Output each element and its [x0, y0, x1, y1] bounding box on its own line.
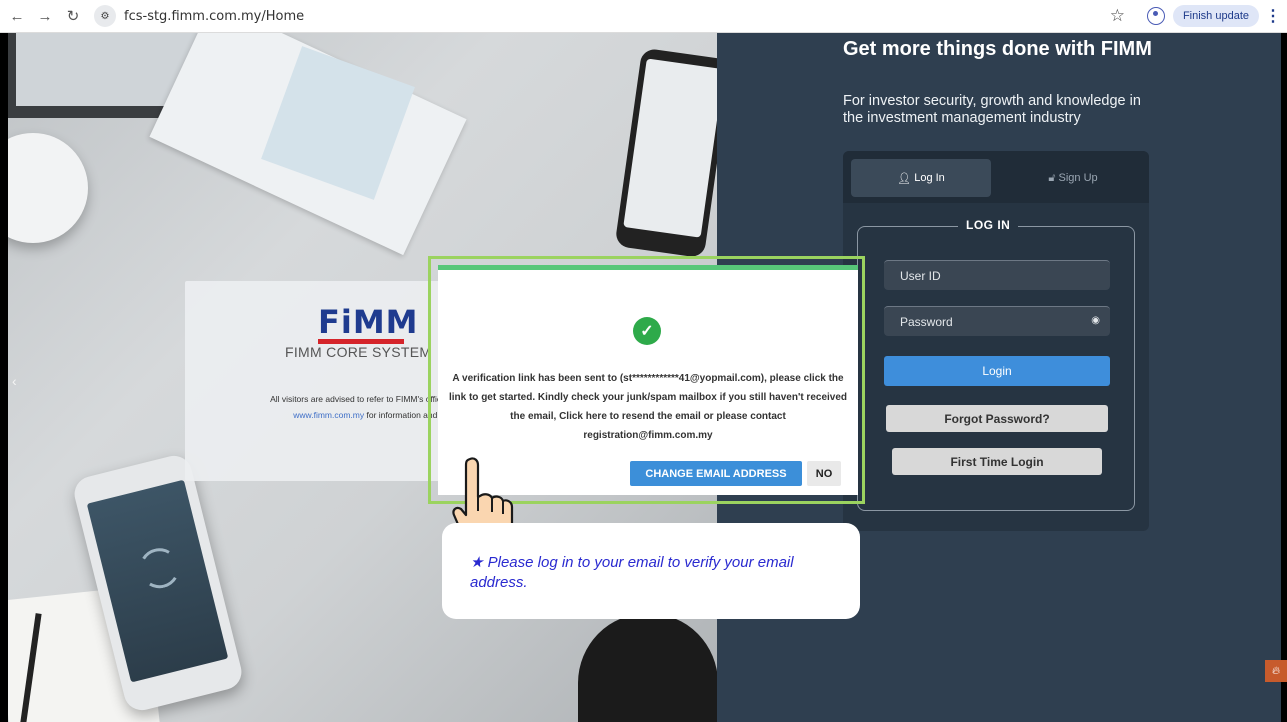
tab-signup[interactable]: 🔓︎ Sign Up: [1003, 159, 1143, 197]
fimm-info-card: FiMM FIMM CORE SYSTEM All visitors are a…: [185, 281, 465, 481]
sync-icon: [135, 543, 184, 593]
hero-subtitle: For investor security, growth and knowle…: [843, 93, 1141, 126]
url-text[interactable]: fcs-stg.fimm.com.my/Home: [124, 9, 304, 24]
hero-title: Get more things done with FIMM: [843, 38, 1152, 60]
callout-text: ★ Please log in to your email to verify …: [470, 554, 794, 591]
address-bar[interactable]: ⚙ fcs-stg.fimm.com.my/Home: [94, 4, 304, 28]
verification-message: A verification link has been sent to (st…: [448, 373, 848, 441]
phone-image: [614, 47, 732, 259]
auth-box: 👤︎ Log In 🔓︎ Sign Up LOG IN User ID Pass…: [843, 151, 1149, 531]
userid-input[interactable]: User ID: [884, 260, 1110, 290]
back-icon[interactable]: ←: [6, 5, 28, 27]
bookmark-star-icon[interactable]: ☆: [1110, 6, 1125, 26]
menu-kebab-icon[interactable]: ⋮: [1265, 6, 1281, 26]
change-email-button[interactable]: CHANGE EMAIL ADDRESS: [630, 461, 802, 486]
fimm-website-link[interactable]: www.fimm.com.my: [293, 410, 364, 420]
reload-icon[interactable]: ↻: [62, 5, 84, 27]
forward-icon[interactable]: →: [34, 5, 56, 27]
finish-update-button[interactable]: Finish update: [1172, 5, 1259, 27]
show-password-icon[interactable]: ◉: [1091, 315, 1100, 326]
mug-image: [578, 613, 718, 722]
carousel-prev-icon[interactable]: ‹: [12, 373, 17, 389]
login-button[interactable]: Login: [884, 356, 1110, 386]
auth-tabs: 👤︎ Log In 🔓︎ Sign Up: [843, 151, 1149, 203]
browser-toolbar: ← → ↻ ⚙ fcs-stg.fimm.com.my/Home ☆ Finis…: [0, 0, 1287, 33]
password-input[interactable]: Password ◉: [884, 306, 1110, 336]
login-form: LOG IN User ID Password ◉ Login Forgot P…: [857, 218, 1135, 511]
visitor-notice: All visitors are advised to refer to FIM…: [270, 394, 461, 420]
no-button[interactable]: NO: [807, 461, 841, 486]
profile-icon[interactable]: [1146, 7, 1165, 25]
forgot-password-button[interactable]: Forgot Password?: [886, 405, 1108, 432]
login-legend: LOG IN: [958, 218, 1019, 232]
tab-login[interactable]: 👤︎ Log In: [851, 159, 991, 197]
user-icon: 👤︎: [897, 172, 915, 185]
site-info-icon[interactable]: ⚙: [94, 5, 116, 27]
cup-image: [8, 133, 88, 243]
chat-widget-icon[interactable]: 🔥︎: [1265, 660, 1287, 682]
success-check-icon: ✓: [633, 317, 661, 345]
instruction-callout: ★ Please log in to your email to verify …: [442, 523, 860, 619]
fimm-logo: FiMM: [318, 303, 418, 347]
first-time-login-button[interactable]: First Time Login: [892, 448, 1102, 475]
lock-icon: 🔓︎: [1048, 171, 1059, 184]
